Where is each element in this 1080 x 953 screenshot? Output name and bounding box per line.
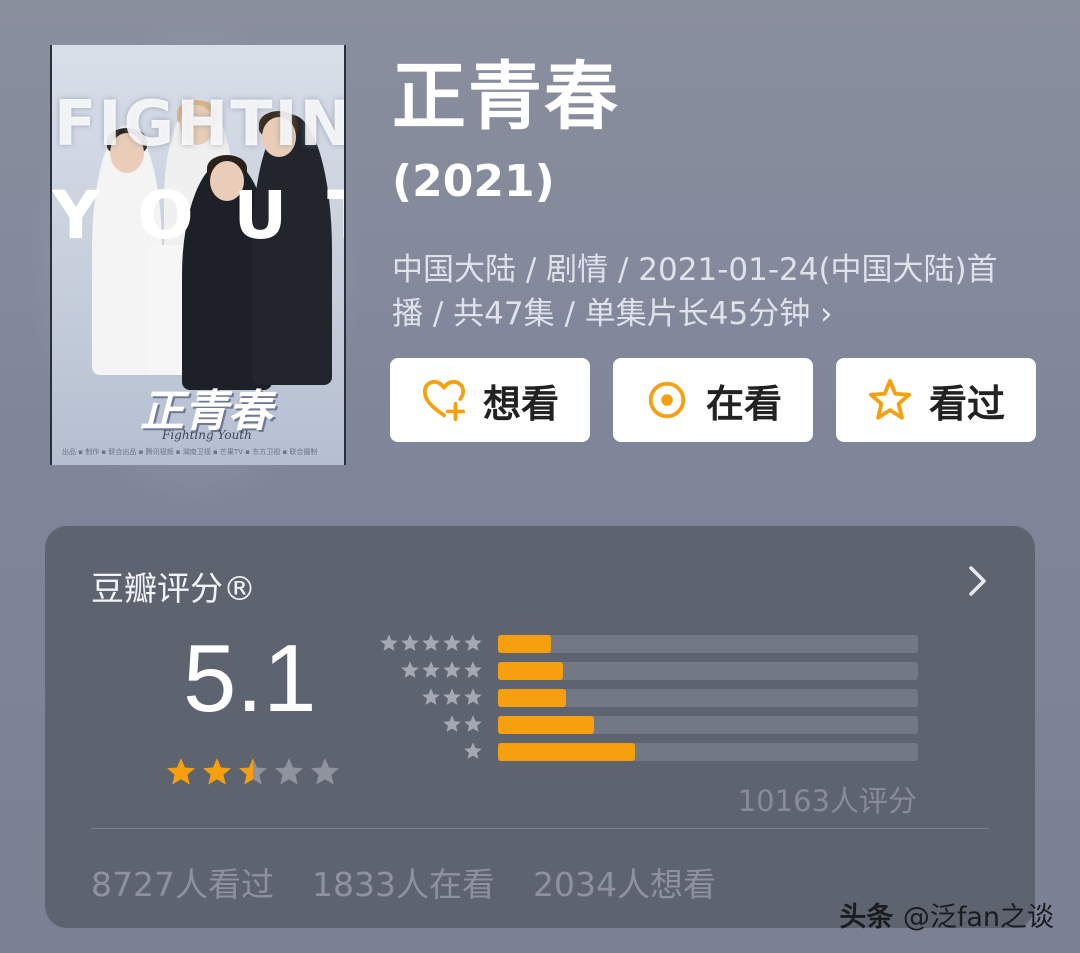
distribution-track [498, 662, 918, 680]
audience-counts: 8727人看过 1833人在看 2034人想看 [91, 858, 716, 906]
distribution-row-1-star [375, 741, 920, 761]
rating-card[interactable]: 豆瓣评分® 5.1 10163人评分 8727人看过 1833人在看 2034人… [45, 526, 1035, 928]
star-full-icon [167, 758, 195, 785]
distribution-bar [498, 743, 635, 761]
star-full-icon [203, 758, 231, 785]
star-gray-icon [443, 634, 461, 651]
poster-credits: 出品 ▪ 制作 ▪ 联合出品 ▪ 腾讯视频 ▪ 湖南卫视 ▪ 芒果TV ▪ 东方… [62, 448, 318, 456]
star-gray-icon [464, 715, 482, 732]
rating-stars [165, 756, 341, 788]
distribution-bar [498, 716, 594, 734]
divider [91, 828, 989, 829]
distribution-stars [463, 741, 483, 761]
star-gray-icon [464, 688, 482, 705]
star-gray-icon [443, 715, 461, 732]
poster-image[interactable]: FIGHTING YOUTH 正青春 Fighting Youth 出品 ▪ 制… [50, 45, 346, 465]
distribution-track [498, 743, 918, 761]
distribution-stars [400, 660, 483, 680]
page-title: 正青春 [392, 54, 620, 140]
watched-label: 看过 [928, 381, 1005, 426]
star-empty-icon [311, 758, 339, 785]
distribution-bar [498, 635, 551, 653]
star-gray-icon [443, 661, 461, 678]
distribution-row-4-star [375, 660, 920, 680]
star-gray-icon [401, 661, 419, 678]
distribution-bar [498, 689, 567, 707]
star-gray-icon [464, 742, 482, 759]
heart-plus-icon [422, 379, 466, 422]
vote-count: 10163人评分 [737, 784, 917, 818]
chevron-right-icon[interactable] [967, 564, 989, 598]
watching-count[interactable]: 1833人在看 [312, 858, 495, 906]
distribution-stars [421, 687, 483, 707]
star-gray-icon [443, 688, 461, 705]
want-count[interactable]: 2034人想看 [533, 858, 716, 906]
rating-heading: 豆瓣评分® [91, 569, 256, 608]
watched-button[interactable]: 看过 [836, 358, 1036, 442]
rating-score: 5.1 [183, 625, 317, 732]
star-empty-icon [275, 758, 303, 785]
poster-title-en: Fighting Youth [162, 428, 252, 442]
star-gray-icon [422, 634, 440, 651]
distribution-stars [379, 633, 483, 653]
star-gray-icon [380, 634, 398, 651]
star-gray-icon [422, 688, 440, 705]
distribution-row-2-star [375, 714, 920, 734]
star-gray-icon [464, 661, 482, 678]
distribution-row-3-star [375, 687, 920, 707]
distribution-stars [442, 714, 483, 734]
info-text: 中国大陆 / 剧情 / 2021-01-24(中国大陆)首播 / 共47集 / … [392, 252, 998, 332]
star-half-icon [239, 758, 267, 785]
want-to-watch-button[interactable]: 想看 [390, 358, 590, 442]
poster-word-fighting: FIGHTING [54, 87, 344, 160]
distribution-track [498, 635, 918, 653]
star-gray-icon [401, 634, 419, 651]
chevron-right-icon: › [820, 296, 833, 332]
distribution-track [498, 689, 918, 707]
want-label: 想看 [482, 381, 559, 426]
distribution-row-5-star [375, 633, 920, 653]
watching-label: 在看 [705, 381, 782, 426]
star-gray-icon [422, 661, 440, 678]
watching-button[interactable]: 在看 [613, 358, 813, 442]
watermark-brand: 头条 [839, 902, 894, 933]
distribution-bar [498, 662, 564, 680]
watermark: 头条 @泛fan之谈 [839, 895, 1054, 934]
target-icon [648, 381, 686, 419]
release-year: (2021) [392, 156, 555, 207]
distribution-track [498, 716, 918, 734]
watermark-handle: @泛fan之谈 [902, 902, 1054, 933]
star-gray-icon [464, 634, 482, 651]
poster-word-youth: YOUTH [52, 177, 344, 254]
watched-count[interactable]: 8727人看过 [91, 858, 274, 906]
info-line[interactable]: 中国大陆 / 剧情 / 2021-01-24(中国大陆)首播 / 共47集 / … [392, 248, 1012, 336]
star-outline-icon [868, 378, 912, 420]
